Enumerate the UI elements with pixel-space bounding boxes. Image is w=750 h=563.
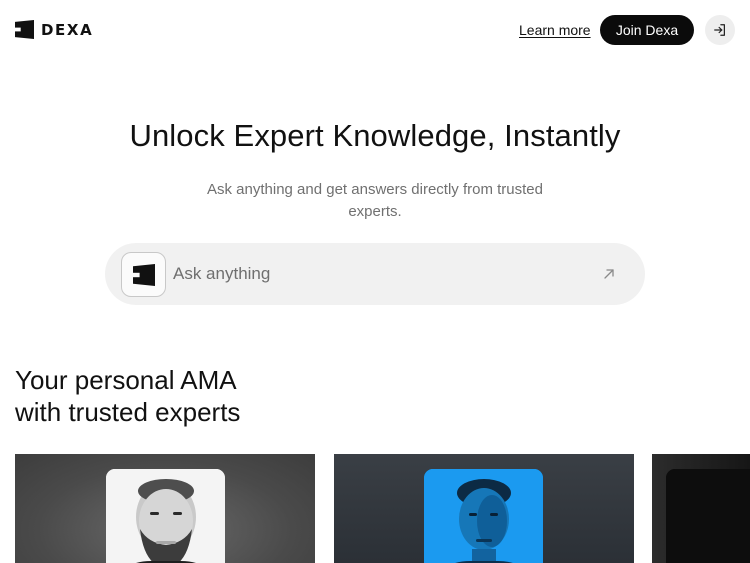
expert-card[interactable] [15,454,315,563]
experts-section-title: Your personal AMA with trusted experts [15,364,345,428]
ask-search-bar[interactable] [105,243,645,305]
learn-more-link[interactable]: Learn more [519,22,591,38]
expert-card[interactable] [652,454,750,563]
arrow-up-right-icon[interactable] [601,266,617,282]
expert-portrait [424,469,543,563]
top-header: DEXA Learn more Join Dexa [0,0,750,60]
dexa-logo-icon [15,20,34,39]
sign-in-icon [714,24,725,36]
search-input[interactable] [173,243,583,305]
dexa-logo-icon [132,263,155,286]
brand-name: DEXA [41,20,94,39]
expert-card[interactable] [334,454,634,563]
expert-cards-carousel [0,454,750,563]
section-title-line-1: Your personal AMA [15,365,237,395]
expert-portrait [666,469,750,563]
expert-portrait [106,469,225,563]
search-logo-badge [121,252,166,297]
hero-subtitle: Ask anything and get answers directly fr… [207,181,543,220]
hero-title: Unlock Expert Knowledge, Instantly [129,118,621,153]
sign-in-button[interactable] [705,15,735,45]
join-dexa-button[interactable]: Join Dexa [600,15,694,45]
section-title-line-2: with trusted experts [15,397,241,427]
dexa-logo[interactable]: DEXA [15,20,93,39]
